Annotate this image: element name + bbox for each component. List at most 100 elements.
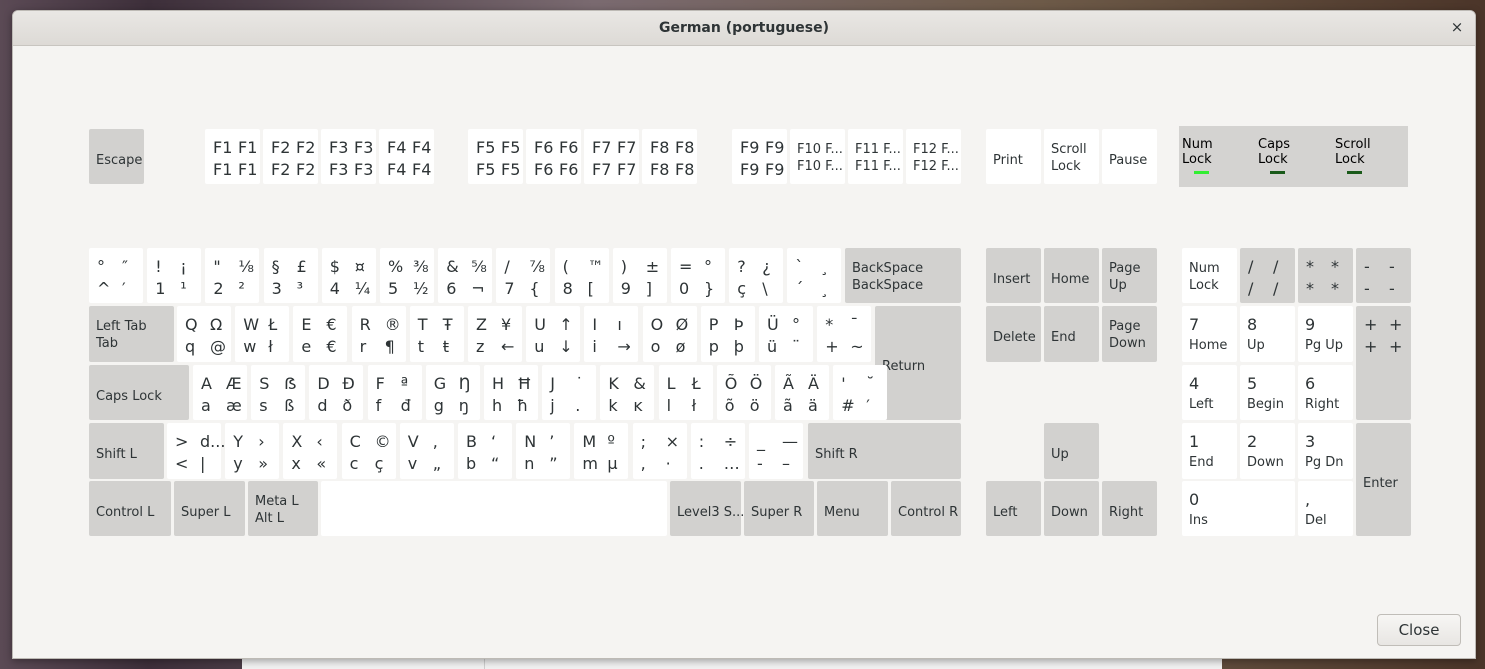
key-backspace[interactable]: BackSpace BackSpace xyxy=(845,248,961,303)
key-print[interactable]: Print xyxy=(986,129,1041,184)
key-kp-8[interactable]: 8 Up xyxy=(1240,306,1295,362)
key-left[interactable]: Left xyxy=(986,481,1041,536)
key-u[interactable]: U ↑ u ↓ xyxy=(526,306,581,362)
key-shift-l[interactable]: Shift L xyxy=(89,423,164,479)
close-icon[interactable]: × xyxy=(1447,17,1467,37)
close-button[interactable]: Close xyxy=(1377,614,1461,646)
key-f11[interactable]: F11 F... F11 F... xyxy=(848,129,903,184)
key-pause[interactable]: Pause xyxy=(1102,129,1157,184)
key-kp-enter[interactable]: Enter xyxy=(1356,423,1411,536)
key-digit-7[interactable]: / ⅞ 7 { xyxy=(496,248,551,303)
key-kp-4[interactable]: 4 Left xyxy=(1182,365,1237,420)
key-kp-1[interactable]: 1 End xyxy=(1182,423,1237,479)
key-q[interactable]: Q Ωq @ xyxy=(177,306,231,362)
key-digit-5[interactable]: % ⅜ 5 ½ xyxy=(380,248,434,303)
key-sharp-s[interactable]: ? ¿ ç \ xyxy=(729,248,784,303)
key-r[interactable]: R ® r ¶ xyxy=(351,306,406,362)
key-alt-l[interactable]: Meta L Alt L xyxy=(248,481,318,536)
key-f4[interactable]: F4 F4 F4 F4 xyxy=(379,129,434,184)
key-kp-6[interactable]: 6 Right xyxy=(1298,365,1353,420)
key-period[interactable]: : ÷.… xyxy=(690,423,745,479)
key-acute[interactable]: ` ¸ ´ ¸ xyxy=(787,248,842,303)
key-digit-6[interactable]: & ⅝ 6 ¬ xyxy=(438,248,493,303)
key-b[interactable]: B ‘ b “ xyxy=(458,423,512,479)
key-h[interactable]: HĦhħ xyxy=(484,365,538,420)
key-level3[interactable]: Level3 S... xyxy=(670,481,744,536)
key-digit-0[interactable]: = ° 0} xyxy=(671,248,725,303)
key-space[interactable] xyxy=(321,481,667,536)
key-kp-0[interactable]: 0 Ins xyxy=(1182,481,1295,536)
key-control-l[interactable]: Control L xyxy=(89,481,171,536)
key-j[interactable]: J ˙ j. xyxy=(542,365,597,420)
key-m[interactable]: Mºmµ xyxy=(574,423,629,479)
key-right[interactable]: Right xyxy=(1102,481,1157,536)
key-n[interactable]: N ’ n ” xyxy=(516,423,571,479)
key-z[interactable]: Z ¥ z ← xyxy=(468,306,522,362)
key-num-lock[interactable]: Num Lock xyxy=(1182,248,1237,303)
key-kp-subtract[interactable]: ---- xyxy=(1356,248,1411,303)
key-p[interactable]: PÞpþ xyxy=(700,306,755,362)
key-kp-3[interactable]: 3 Pg Dn xyxy=(1298,423,1353,479)
key-digit-2[interactable]: " ⅛ 2 ² xyxy=(205,248,260,303)
key-u-umlaut[interactable]: Ü ° ü ¨ xyxy=(759,306,813,362)
key-escape[interactable]: Escape xyxy=(89,129,144,184)
key-kp-2[interactable]: 2 Down xyxy=(1240,423,1295,479)
key-l[interactable]: LŁlł xyxy=(658,365,713,420)
key-o-umlaut[interactable]: ÕÖõö xyxy=(716,365,771,420)
key-page-down[interactable]: Page Down xyxy=(1102,306,1157,362)
key-o[interactable]: OØoø xyxy=(642,306,697,362)
key-hash[interactable]: ' ˘ # ′ xyxy=(833,365,888,420)
key-up[interactable]: Up xyxy=(1044,423,1099,479)
key-f7[interactable]: F7 F7 F7 F7 xyxy=(584,129,639,184)
key-kp-9[interactable]: 9 Pg Up xyxy=(1298,306,1353,362)
key-end[interactable]: End xyxy=(1044,306,1099,362)
key-less[interactable]: > d... < | xyxy=(167,423,225,479)
key-t[interactable]: TŦtŧ xyxy=(409,306,464,362)
key-f9[interactable]: F9 F9 F9 F9 xyxy=(732,129,787,184)
key-circumflex[interactable]: ° ″ ^ ′ xyxy=(89,248,143,303)
key-f2[interactable]: F2 F2 F2 F2 xyxy=(263,129,318,184)
key-f12[interactable]: F12 F... F12 F... xyxy=(906,129,961,184)
key-kp-divide[interactable]: / / / / xyxy=(1240,248,1295,303)
key-kp-5[interactable]: 5 Begin xyxy=(1240,365,1295,420)
key-tab[interactable]: Left Tab Tab xyxy=(89,306,174,362)
key-kp-multiply[interactable]: * * * * xyxy=(1298,248,1353,303)
key-f3[interactable]: F3 F3 F3 F3 xyxy=(321,129,376,184)
key-y[interactable]: Y › y » xyxy=(225,423,280,479)
key-delete[interactable]: Delete xyxy=(986,306,1041,362)
key-x[interactable]: X ‹ x « xyxy=(283,423,338,479)
key-f[interactable]: Fªfđ xyxy=(367,365,422,420)
key-kp-add[interactable]: + + + + xyxy=(1356,306,1411,420)
key-minus[interactable]: _ — - – xyxy=(749,423,803,479)
key-w[interactable]: WŁwł xyxy=(235,306,290,362)
key-f8[interactable]: F8 F8 F8 F8 xyxy=(642,129,697,184)
key-g[interactable]: GŊgŋ xyxy=(425,365,480,420)
key-control-r[interactable]: Control R xyxy=(891,481,961,536)
key-f5[interactable]: F5 F5 F5 F5 xyxy=(468,129,523,184)
key-scroll-lock[interactable]: Scroll Lock xyxy=(1044,129,1099,184)
key-kp-decimal[interactable]: , Del xyxy=(1298,481,1353,536)
key-home[interactable]: Home xyxy=(1044,248,1099,303)
key-menu[interactable]: Menu xyxy=(817,481,888,536)
key-plus[interactable]: * ¯ + ~ xyxy=(817,306,872,362)
key-comma[interactable]: ; ×, · xyxy=(632,423,687,479)
key-super-r[interactable]: Super R xyxy=(744,481,814,536)
key-kp-7[interactable]: 7 Home xyxy=(1182,306,1237,362)
key-digit-9[interactable]: ) ±9] xyxy=(612,248,667,303)
key-c[interactable]: C © c ç xyxy=(341,423,396,479)
key-down[interactable]: Down xyxy=(1044,481,1099,536)
key-e[interactable]: E € e € xyxy=(293,306,348,362)
key-shift-r[interactable]: Shift R xyxy=(808,423,961,479)
key-a-umlaut[interactable]: ÃÄãä xyxy=(775,365,829,420)
key-v[interactable]: V, v „ xyxy=(399,423,454,479)
key-return[interactable]: Return xyxy=(875,306,961,420)
key-f1[interactable]: F1 F1 F1 F1 xyxy=(205,129,260,184)
key-i[interactable]: Iı i → xyxy=(584,306,639,362)
key-digit-3[interactable]: § £3 ³ xyxy=(263,248,318,303)
key-digit-4[interactable]: $ ¤ 4 ¼ xyxy=(321,248,376,303)
key-page-up[interactable]: Page Up xyxy=(1102,248,1157,303)
key-f6[interactable]: F6 F6 F6 F6 xyxy=(526,129,581,184)
key-d[interactable]: DÐdð xyxy=(309,365,364,420)
key-caps-lock[interactable]: Caps Lock xyxy=(89,365,189,420)
key-s[interactable]: Sẞsß xyxy=(251,365,306,420)
